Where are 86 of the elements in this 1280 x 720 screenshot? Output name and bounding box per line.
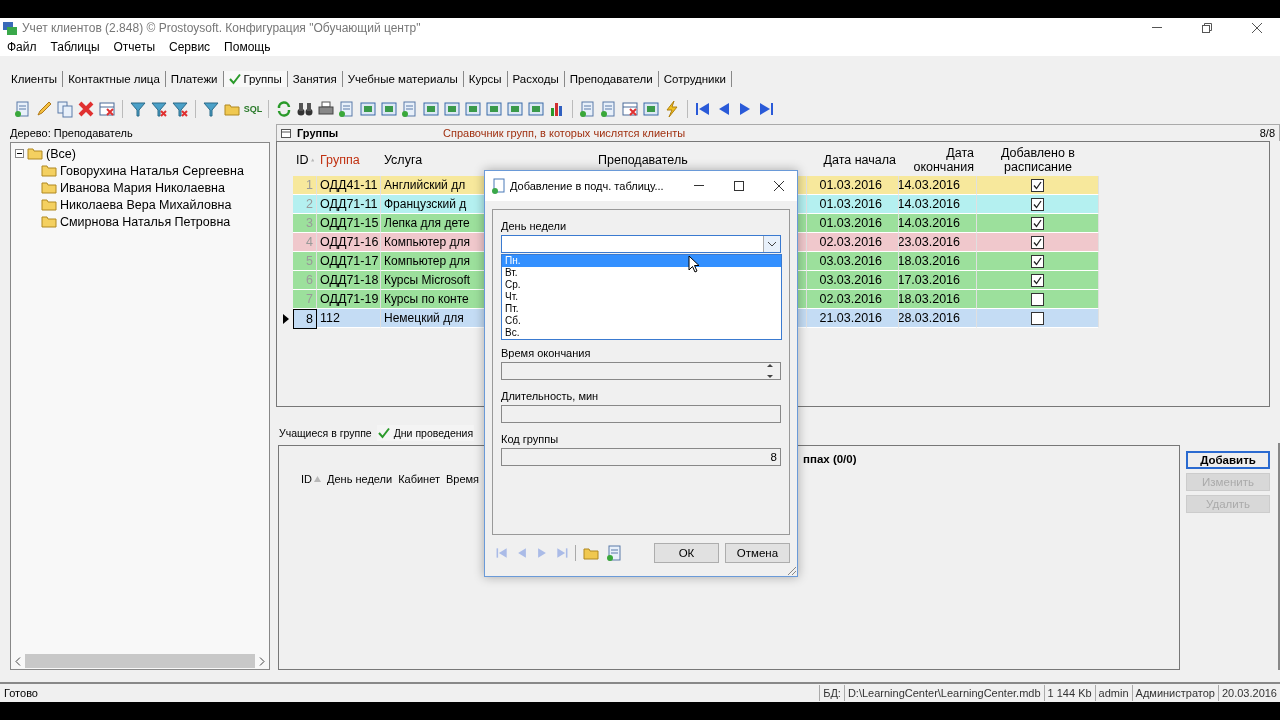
menu-item[interactable]: Сервис — [169, 40, 211, 54]
table-cell: 4 — [293, 233, 317, 252]
table-cell: 03.03.2016 — [807, 271, 899, 290]
column-header[interactable]: Кабинет — [398, 473, 440, 485]
table-cell: ОДД71-16 — [317, 233, 381, 252]
panel-title: Дерево: Преподаватель — [10, 126, 134, 141]
field-label: Код группы — [501, 432, 560, 445]
table-cell: 2 — [293, 195, 317, 214]
table-cell: ОДД41-11 — [317, 176, 381, 195]
column-header[interactable]: День недели — [327, 473, 393, 485]
table-cell: ОДД71-17 — [317, 252, 381, 271]
table-cell: 1 — [293, 176, 317, 195]
dropdown-option[interactable]: Вс. — [502, 327, 781, 339]
tab[interactable]: Занятия — [287, 71, 343, 87]
table-cell: 28.03.2016 — [899, 309, 977, 328]
table-cell: 5 — [293, 252, 317, 271]
status-label: БД: — [819, 685, 844, 701]
table-cell: 21.03.2016 — [807, 309, 899, 328]
column-header[interactable]: Время — [445, 473, 480, 485]
column-header[interactable]: ID — [293, 144, 317, 176]
status-role: Администратор — [1131, 685, 1218, 701]
section-description: Справочник групп, в которых числятся клиенты — [443, 127, 687, 139]
table-cell: ОДД71-19 — [317, 290, 381, 309]
status-message: Готово — [4, 687, 39, 699]
table-cell: 6 — [293, 271, 317, 290]
tab[interactable]: Группы — [223, 71, 288, 87]
section-title: Группы — [297, 127, 340, 139]
tab[interactable]: Платежи — [165, 71, 224, 87]
tab[interactable]: Расходы — [507, 71, 565, 87]
column-header[interactable]: Дата начала — [807, 144, 899, 176]
tab[interactable]: Курсы — [463, 71, 508, 87]
dialog-button[interactable]: Отмена — [725, 543, 790, 563]
menu-item[interactable]: Помощь — [224, 40, 271, 54]
table-cell: ОДД71-11 — [317, 195, 381, 214]
table-cell: 02.03.2016 — [807, 233, 899, 252]
tab[interactable]: Контактные лица — [63, 71, 166, 87]
table-cell: 14.03.2016 — [899, 214, 977, 233]
input-field[interactable]: 8 — [501, 448, 781, 466]
table-cell: 14.03.2016 — [899, 176, 977, 195]
table-cell: 17.03.2016 — [899, 271, 977, 290]
table-cell: 23.03.2016 — [899, 233, 977, 252]
field-label: Время окончания — [501, 346, 592, 359]
menu-item[interactable]: Таблицы — [50, 40, 100, 54]
dialog-button[interactable]: ОК — [654, 543, 719, 563]
table-cell: 3 — [293, 214, 317, 233]
column-header[interactable]: Группа — [317, 144, 381, 176]
table-cell: 14.03.2016 — [899, 195, 977, 214]
action-button[interactable]: Добавить — [1186, 451, 1270, 469]
tree-item[interactable]: Смирнова Наталья Петровна — [60, 214, 231, 229]
tab[interactable]: Дни проведения — [376, 425, 475, 441]
status-user: admin — [1094, 685, 1132, 701]
table-cell: ОДД71-18 — [317, 271, 381, 290]
table-cell: 7 — [293, 290, 317, 309]
column-header[interactable]: Добавлено в расписание — [977, 144, 1099, 176]
field-label: День недели — [501, 219, 568, 232]
tab[interactable]: Сотрудники — [658, 71, 732, 87]
tree-item[interactable]: Николаева Вера Михайловна — [60, 197, 232, 212]
status-date: 20.03.2016 — [1217, 685, 1280, 701]
tree-item[interactable]: Говорухина Наталья Сергеевна — [60, 163, 244, 178]
column-header[interactable]: ID — [301, 473, 321, 485]
column-header[interactable]: Дата окончания — [899, 144, 977, 176]
grid-caption: ппах (0/0) — [803, 453, 857, 465]
table-cell: 8 — [293, 309, 317, 329]
tree-item[interactable]: (Все) — [46, 146, 76, 161]
table-cell: 18.03.2016 — [899, 252, 977, 271]
table-cell: ОДД71-15 — [317, 214, 381, 233]
tree-item[interactable]: Иванова Мария Николаевна — [60, 180, 225, 195]
table-cell: 02.03.2016 — [807, 290, 899, 309]
sql-icon[interactable]: SQL — [244, 100, 262, 118]
status-size: 1 144 Kb — [1043, 685, 1095, 701]
table-cell: 03.03.2016 — [807, 252, 899, 271]
table-cell: 112 — [317, 309, 381, 328]
menu-item[interactable]: Файл — [7, 40, 37, 54]
tab[interactable]: Клиенты — [6, 71, 64, 87]
table-cell: 18.03.2016 — [899, 290, 977, 309]
table-cell: 01.03.2016 — [807, 195, 899, 214]
status-db-path: D:\LearningCenter\LearningCenter.mdb — [843, 685, 1044, 701]
table-cell: 01.03.2016 — [807, 214, 899, 233]
window-title: Учет клиентов (2.848) © Prostoysoft. Конфигурация "Обучающий центр" — [22, 21, 422, 35]
field-label: Длительность, мин — [501, 389, 600, 402]
tab[interactable]: Учебные материалы — [342, 71, 464, 87]
tab[interactable]: Преподаватели — [564, 71, 659, 87]
tab[interactable]: Учащиеся в группе — [278, 425, 373, 441]
table-cell: 01.03.2016 — [807, 176, 899, 195]
menu-item[interactable]: Отчеты — [113, 40, 155, 54]
record-count: 8/8 — [1259, 127, 1275, 139]
